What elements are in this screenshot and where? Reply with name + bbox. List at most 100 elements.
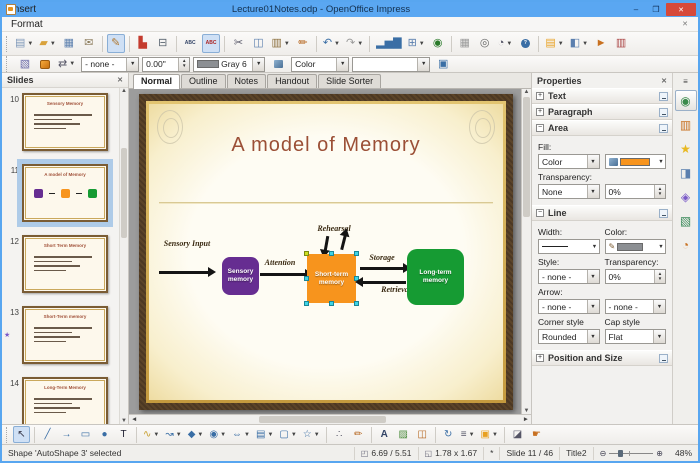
minimize-button[interactable]: – (626, 3, 646, 16)
scrollbar-thumb[interactable] (121, 148, 127, 238)
master-pages-tab-icon[interactable]: ▥ (675, 114, 697, 135)
picture-from-file-icon[interactable]: ▨ (395, 426, 412, 443)
slide-thumbnail-13[interactable]: 13 Short-Term memory (2, 304, 128, 366)
glue-points-icon[interactable]: ✏ (350, 426, 367, 443)
tab-notes[interactable]: Notes (226, 74, 267, 88)
ellipse-icon[interactable]: ● (96, 426, 113, 443)
help-icon[interactable]: ? (516, 34, 534, 53)
scroll-right-icon[interactable]: ► (523, 416, 529, 423)
fontwork-icon[interactable]: A (376, 426, 393, 443)
undo-icon[interactable]: ↶ ▼ (321, 34, 342, 53)
tab-slide-sorter[interactable]: Slide Sorter (318, 74, 382, 88)
arrow-end-select[interactable]: - none - ▼ (604, 299, 666, 314)
styles-tab-icon[interactable]: ◈ (675, 186, 697, 207)
paint-can-icon[interactable] (36, 55, 54, 74)
arrow-rehearsal-down[interactable] (323, 235, 330, 252)
open-folder-icon[interactable]: ▰ ▼ (37, 34, 57, 53)
sidebar-menu-icon[interactable]: ≡ (675, 75, 697, 87)
long-term-memory-box[interactable]: Long-term memory (407, 249, 464, 305)
flowchart-icon[interactable]: ▤ ▼ (254, 426, 275, 443)
redo-icon[interactable]: ↷ ▼ (344, 34, 365, 53)
selection-handle[interactable] (329, 301, 334, 306)
more-options-button[interactable] (659, 91, 668, 101)
arrow-retrieval[interactable] (355, 277, 406, 287)
stars-icon[interactable]: ☆ ▼ (301, 426, 322, 443)
line-icon[interactable]: ╱ (39, 426, 56, 443)
slide-thumbnail-11[interactable]: 11 A model of Memory (2, 162, 128, 224)
sensory-memory-box[interactable]: Sensory memory (222, 257, 259, 295)
symbol-shapes-icon[interactable]: ◉ ▼ (207, 426, 228, 443)
expand-icon[interactable]: + (536, 354, 544, 362)
save-icon[interactable]: ▦ (60, 34, 78, 53)
short-term-memory-box[interactable]: Short-term memory (304, 251, 359, 306)
more-options-button[interactable] (659, 208, 668, 218)
arrow-start-select[interactable]: - none - ▼ (538, 299, 600, 314)
tab-handout[interactable]: Handout (267, 74, 318, 88)
fill-type-select[interactable]: Color ▼ (538, 154, 600, 169)
line-width-spinner[interactable]: 0.00" ▲ ▼ (142, 56, 191, 72)
hyperlink-icon[interactable]: ◉ (429, 34, 447, 53)
slide-transition-tab-icon[interactable]: ◨ (675, 162, 697, 183)
section-line[interactable]: − Line (532, 205, 672, 221)
zoom-percent[interactable]: 48% (669, 447, 698, 460)
tab-outline[interactable]: Outline (181, 74, 226, 88)
slide-thumbnail-12[interactable]: 12 ★ Short Term Memory (2, 233, 128, 339)
zoom-in-icon[interactable]: ⊕ (656, 449, 663, 458)
expand-icon[interactable]: + (536, 92, 544, 100)
close-document-icon[interactable]: ✕ (676, 20, 694, 28)
new-document-icon[interactable]: ▤ ▼ (13, 34, 35, 53)
interaction-icon[interactable]: ☛ (528, 426, 545, 443)
pdf-export-icon[interactable]: ▙ (134, 34, 152, 53)
alignment-icon[interactable]: ≡ ▼ (459, 426, 477, 443)
arrange-icon[interactable]: ▣ ▼ (479, 426, 500, 443)
selection-handle[interactable] (354, 301, 359, 306)
collapse-icon[interactable]: − (536, 124, 544, 132)
selection-handle[interactable] (329, 251, 334, 256)
spelling-icon[interactable]: ABC (181, 34, 200, 53)
slide-design-icon[interactable]: ▥ (612, 34, 630, 53)
label-attention[interactable]: Attention (259, 258, 301, 267)
close-panel-icon[interactable]: ✕ (117, 76, 123, 84)
line-color-select[interactable]: ✎ ▼ (604, 239, 666, 254)
copy-icon[interactable]: ◫ (249, 34, 267, 53)
slides-scrollbar[interactable]: ▲ ▼ (119, 88, 128, 424)
gallery-icon[interactable]: ◫ (414, 426, 431, 443)
custom-animation-tab-icon[interactable]: ★ (675, 138, 697, 159)
more-options-button[interactable] (659, 353, 668, 363)
format-paintbrush-icon[interactable]: ✏ (294, 34, 312, 53)
vertical-scrollbar[interactable]: ▲ ▼ (521, 89, 531, 414)
properties-tab-icon[interactable]: ◉ (674, 90, 697, 111)
autospellcheck-icon[interactable]: ABC (201, 34, 221, 53)
shadow-icon[interactable]: ▣ (434, 55, 452, 74)
scroll-down-icon[interactable]: ▼ (120, 418, 128, 424)
fill-color-select[interactable]: ▼ (604, 154, 666, 169)
select-icon[interactable]: ↖ (13, 426, 30, 443)
table-icon[interactable]: ⊞ ▼ (406, 34, 427, 53)
area-fill-color-select[interactable]: ▼ (352, 56, 431, 72)
zoom-track[interactable] (609, 449, 654, 457)
callouts-icon[interactable]: ▢ ▼ (277, 426, 298, 443)
section-paragraph[interactable]: + Paragraph (532, 104, 672, 120)
styles-and-formatting-icon[interactable]: ▧ (16, 55, 34, 74)
navigator-tab-icon[interactable]: ◔ (675, 234, 697, 255)
slide-thumbnail-10[interactable]: 10 Sensory Memory (2, 91, 128, 153)
line-style-select[interactable]: - none - ▼ (538, 269, 600, 284)
area-style-icon[interactable] (269, 55, 287, 74)
scroll-left-icon[interactable]: ◄ (131, 416, 137, 423)
slide-thumbnail-14[interactable]: 14 Long-Term Memory (2, 375, 128, 424)
cut-icon[interactable]: ✂ (229, 34, 247, 53)
zoom-knob[interactable] (618, 449, 624, 457)
transparency-spinner[interactable]: 0% ▲ ▼ (604, 184, 666, 199)
collapse-icon[interactable]: − (536, 209, 544, 217)
label-storage[interactable]: Storage (361, 253, 403, 262)
paste-icon[interactable]: ▥ ▼ (269, 34, 291, 53)
spinner-arrows-icon[interactable]: ▲ ▼ (178, 57, 190, 71)
rectangle-icon[interactable]: ▭ (77, 426, 94, 443)
arrow-storage[interactable] (360, 263, 411, 273)
cap-style-select[interactable]: Flat ▼ (604, 329, 666, 344)
text-box-icon[interactable]: T (115, 426, 132, 443)
navigator-icon[interactable]: ◎ (476, 34, 494, 53)
selection-handle[interactable] (304, 276, 309, 281)
more-options-button[interactable] (659, 123, 668, 133)
basic-shapes-icon[interactable]: ◆ ▼ (186, 426, 206, 443)
